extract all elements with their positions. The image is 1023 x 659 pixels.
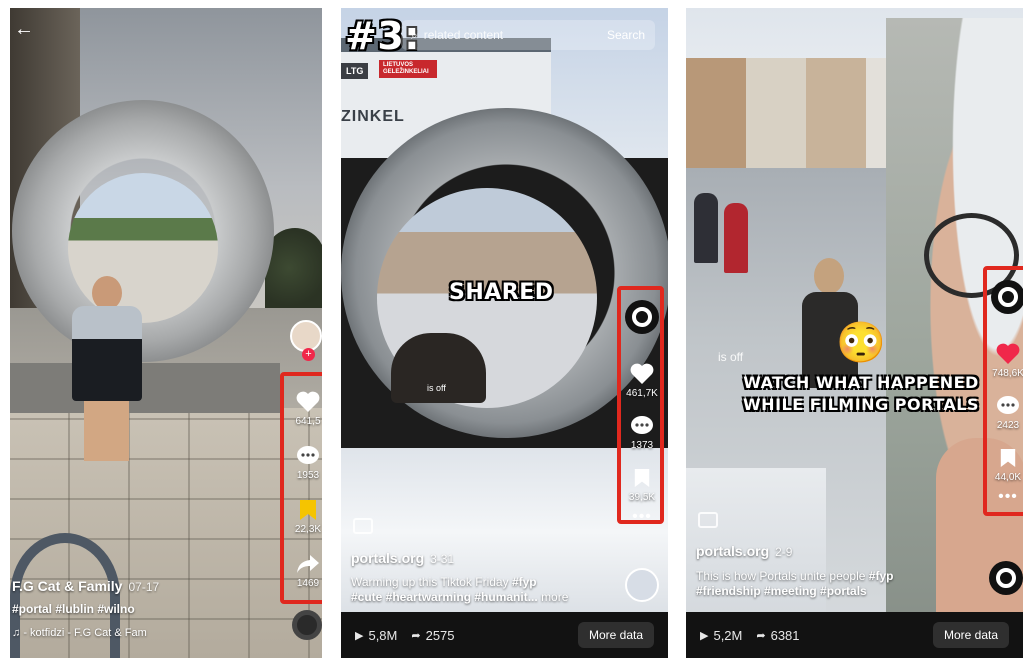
center-caption-overlay: SHARED (449, 280, 554, 305)
comment-icon[interactable] (295, 444, 321, 468)
bookmark-icon[interactable] (629, 466, 655, 490)
sound-row[interactable]: ♫ - kotfidzi - F.G Cat & Fam (12, 626, 147, 641)
caption-icon[interactable] (353, 518, 373, 534)
flushed-emoji: 😳 (836, 321, 886, 365)
heart-icon[interactable] (295, 390, 321, 414)
heart-icon[interactable] (995, 342, 1021, 366)
video-panel-3[interactable]: is off 😳 WATCH WHAT HAPPENED WHILE FILMI… (686, 8, 1023, 658)
portal-status-text: is off (427, 383, 446, 393)
back-arrow-icon[interactable]: ← (14, 18, 34, 41)
comment-icon[interactable] (995, 394, 1021, 418)
pedestrian (724, 203, 748, 273)
comment-count: 1373 (630, 440, 654, 451)
side-actions: 641,5 1953 22,3K 1469 (286, 390, 322, 606)
side-actions: 748,6K 2423 44,0K ••• (986, 342, 1023, 505)
headline-overlay: WATCH WHAT HAPPENED WHILE FILMING PORTAL… (743, 373, 979, 414)
play-icon: ▶ (355, 629, 364, 642)
follow-plus-icon[interactable]: + (302, 348, 315, 361)
caption-username[interactable]: portals.org 3-31 (351, 550, 454, 566)
sign-ltg: LTG (341, 63, 369, 79)
share-icon: ➦ (411, 629, 421, 642)
search-bar[interactable]: ⌕ related content Search (401, 20, 655, 50)
search-input[interactable]: related content (424, 28, 503, 42)
shares-stat: ➦ 2575 (411, 627, 455, 643)
caption-text: Warming up this Tiktok Friday #fyp #cute… (351, 575, 569, 604)
caption-text: This is how Portals unite people #fyp #f… (696, 569, 894, 598)
share-icon: ➦ (756, 629, 766, 642)
more-data-button[interactable]: More data (577, 622, 654, 648)
caption-username[interactable]: F.G Cat & Family 07-17 (12, 578, 159, 594)
like-count: 461,7K (626, 388, 658, 399)
comment-count: 1953 (296, 470, 320, 481)
more-options-icon[interactable]: ••• (632, 509, 652, 525)
portal-status-text: is off (718, 350, 744, 364)
comment-icon[interactable] (629, 414, 655, 438)
caption-hashtags[interactable]: #portal #lublin #wilno (12, 602, 135, 617)
record-icon-top[interactable] (625, 300, 659, 334)
pedestrian (694, 193, 718, 263)
avatar[interactable] (625, 568, 659, 602)
views-stat: ▶ 5,8M (355, 627, 398, 643)
record-icon[interactable] (292, 610, 322, 640)
save-count: 22,3K (294, 524, 322, 535)
share-icon[interactable] (295, 552, 321, 576)
save-count: 39,5K (628, 492, 656, 503)
bookmark-icon[interactable] (295, 498, 321, 522)
record-icon-top[interactable] (991, 280, 1023, 314)
side-actions: 461,7K 1373 39,5K ••• (620, 362, 664, 525)
video-panel-1[interactable]: ← + 641,5 1953 22,3K 1469 F.G Cat & Fami… (10, 8, 322, 658)
heart-icon[interactable] (629, 362, 655, 386)
save-count: 44,0K (994, 472, 1022, 483)
caption-username[interactable]: portals.org 2-9 (696, 543, 792, 559)
share-count: 1469 (296, 578, 320, 589)
search-button[interactable]: Search (607, 28, 645, 42)
shares-stat: ➦ 6381 (756, 627, 800, 643)
stats-bar: ▶ 5,8M ➦ 2575 More data (341, 612, 668, 658)
more-data-button[interactable]: More data (932, 622, 1009, 648)
sign-railway: LIETUVOS GELEŽINKELIAI (379, 60, 437, 78)
caption-icon[interactable] (698, 512, 718, 528)
stats-bar: ▶ 5,2M ➦ 6381 More data (686, 612, 1023, 658)
like-count: 748,6K (992, 368, 1023, 379)
comment-count: 2423 (996, 420, 1020, 431)
record-icon[interactable] (989, 561, 1023, 595)
music-icon: ♫ (12, 627, 24, 639)
video-panel-2[interactable]: LTG LIETUVOS GELEŽINKELIAI ZINKEL is off… (341, 8, 668, 658)
bookmark-icon[interactable] (995, 446, 1021, 470)
views-stat: ▶ 5,2M (700, 627, 743, 643)
search-icon: ⌕ (411, 27, 418, 42)
more-options-icon[interactable]: ••• (998, 489, 1018, 505)
station-banner: ZINKEL (341, 108, 405, 125)
play-icon: ▶ (700, 629, 709, 642)
child-figure (62, 276, 152, 466)
more-link[interactable]: more (541, 590, 568, 604)
like-count: 641,5 (295, 416, 321, 427)
